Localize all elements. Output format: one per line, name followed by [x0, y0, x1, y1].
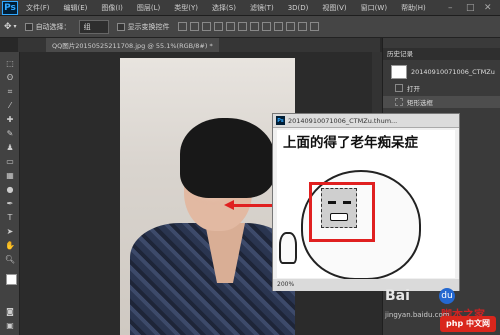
marquee-icon — [395, 98, 403, 106]
document-tab-bar: QQ图片20150525211708.jpg @ 55.1%(RGB/8#) * — [18, 38, 380, 52]
meme-image[interactable]: 上面的得了老年痴呆症 — [277, 130, 455, 280]
auto-select-dropdown[interactable]: 组 — [78, 19, 109, 34]
screen-mode-icon[interactable]: ▣ — [3, 320, 17, 331]
show-transform-label: 显示变换控件 — [127, 22, 170, 31]
php-badge: php 中文网 — [440, 316, 496, 332]
menu-layer[interactable]: 图层(L) — [137, 3, 160, 13]
distribute-bottom-icon[interactable] — [273, 22, 283, 31]
eraser-tool-icon[interactable]: ▭ — [3, 156, 17, 167]
photoshop-logo-icon: Ps — [2, 0, 18, 15]
brush-tool-icon[interactable]: ✎ — [3, 128, 17, 139]
show-transform-checkbox[interactable] — [116, 22, 125, 31]
maximize-icon[interactable]: □ — [466, 3, 475, 13]
hand-tool-icon[interactable]: ✋ — [3, 240, 17, 251]
distribute-center-icon[interactable] — [297, 22, 307, 31]
history-item-label: 矩形选框 — [407, 99, 433, 107]
menu-edit[interactable]: 编辑(E) — [64, 3, 88, 13]
align-left-icon[interactable] — [213, 22, 223, 31]
type-tool-icon[interactable]: T — [3, 212, 17, 223]
align-center-icon[interactable] — [225, 22, 235, 31]
meme-hand — [279, 232, 297, 264]
history-item-rect-marquee[interactable]: 矩形选框 — [383, 96, 500, 108]
menu-select[interactable]: 选择(S) — [212, 3, 236, 13]
menu-type[interactable]: 类型(Y) — [174, 3, 198, 13]
snapshot-thumbnail — [391, 65, 407, 79]
auto-select-label: 自动选择： — [35, 22, 71, 31]
close-icon[interactable]: ✕ — [484, 3, 492, 13]
eyedropper-tool-icon[interactable]: ⁄ — [3, 100, 17, 111]
gradient-tool-icon[interactable]: ▦ — [3, 170, 17, 181]
menu-bar: Ps 文件(F) 编辑(E) 图像(I) 图层(L) 类型(Y) 选择(S) 滤… — [0, 0, 500, 16]
red-arrow-head — [224, 200, 234, 210]
distribute-top-icon[interactable] — [249, 22, 259, 31]
auto-select-checkbox[interactable] — [24, 22, 33, 31]
meme-caption: 上面的得了老年痴呆症 — [283, 135, 418, 151]
show-transform-option[interactable]: 显示变换控件 — [116, 22, 170, 32]
history-panel-title[interactable]: 历史记录 — [383, 48, 500, 60]
minimize-icon[interactable]: – — [448, 3, 453, 13]
document-photo[interactable] — [120, 58, 295, 335]
baidu-paw-icon: du — [439, 288, 455, 304]
move-tool-icon: ✥ — [4, 21, 12, 32]
red-highlight-box — [309, 182, 375, 242]
history-snapshot[interactable]: 20140910071006_CTMZu — [383, 64, 500, 80]
align-buttons — [177, 22, 322, 31]
healing-brush-icon[interactable]: ✚ — [3, 114, 17, 125]
toolbox: ⬚ ✥ ʘ ⌗ ⁄ ✚ ✎ ♟ ▭ ▦ ● ✒ T ➤ ✋ 🔍︎ ◙ ▣ — [0, 52, 44, 335]
zoom-tool-icon[interactable]: 🔍︎ — [3, 254, 17, 265]
align-top-icon[interactable] — [177, 22, 187, 31]
clone-stamp-icon[interactable]: ♟ — [3, 142, 17, 153]
distribute-left-icon[interactable] — [285, 22, 295, 31]
move-tool-preset[interactable]: ✥ ▾ — [4, 22, 17, 32]
zoom-level: 200% — [277, 281, 295, 288]
lasso-tool-icon[interactable]: ʘ — [3, 72, 17, 83]
document-tab[interactable]: QQ图片20150525211708.jpg @ 55.1%(RGB/8#) * — [46, 38, 219, 52]
auto-select-option[interactable]: 自动选择： — [24, 22, 71, 32]
ps-document-icon: Ps — [276, 116, 285, 125]
document-icon — [395, 84, 403, 92]
history-item-open[interactable]: 打开 — [383, 82, 500, 94]
menu-view[interactable]: 视图(V) — [322, 3, 346, 13]
crop-tool-icon[interactable]: ⌗ — [3, 86, 17, 97]
photo-hair — [180, 118, 275, 198]
menu-help[interactable]: 帮助(H) — [401, 3, 426, 13]
pen-tool-icon[interactable]: ✒ — [3, 198, 17, 209]
align-right-icon[interactable] — [237, 22, 247, 31]
path-select-icon[interactable]: ➤ — [3, 226, 17, 237]
align-middle-icon[interactable] — [189, 22, 199, 31]
align-bottom-icon[interactable] — [201, 22, 211, 31]
menu-image[interactable]: 图像(I) — [101, 3, 123, 13]
quick-mask-icon[interactable]: ◙ — [3, 306, 17, 317]
foreground-color-swatch[interactable] — [6, 274, 17, 285]
menu-filter[interactable]: 滤镜(T) — [250, 3, 274, 13]
options-bar: ✥ ▾ 自动选择： 组 显示变换控件 — [0, 16, 500, 38]
floating-window-titlebar[interactable]: Ps 20140910071006_CTMZu.thum... — [273, 114, 459, 128]
menu-window[interactable]: 窗口(W) — [361, 3, 387, 13]
history-item-label: 打开 — [407, 85, 420, 93]
marquee-tool-icon[interactable]: ⬚ — [3, 58, 17, 69]
snapshot-label: 20140910071006_CTMZu — [411, 68, 495, 76]
distribute-middle-icon[interactable] — [261, 22, 271, 31]
baidu-brand: Bai — [385, 288, 410, 304]
blur-tool-icon[interactable]: ● — [3, 184, 17, 195]
floating-document-window[interactable]: Ps 20140910071006_CTMZu.thum... 上面的得了老年痴… — [272, 113, 460, 291]
chevron-down-icon: ▾ — [13, 23, 17, 30]
menu-3d[interactable]: 3D(D) — [288, 4, 309, 12]
floating-window-title: 20140910071006_CTMZu.thum... — [288, 116, 398, 125]
distribute-right-icon[interactable] — [309, 22, 319, 31]
menu-file[interactable]: 文件(F) — [26, 3, 50, 13]
